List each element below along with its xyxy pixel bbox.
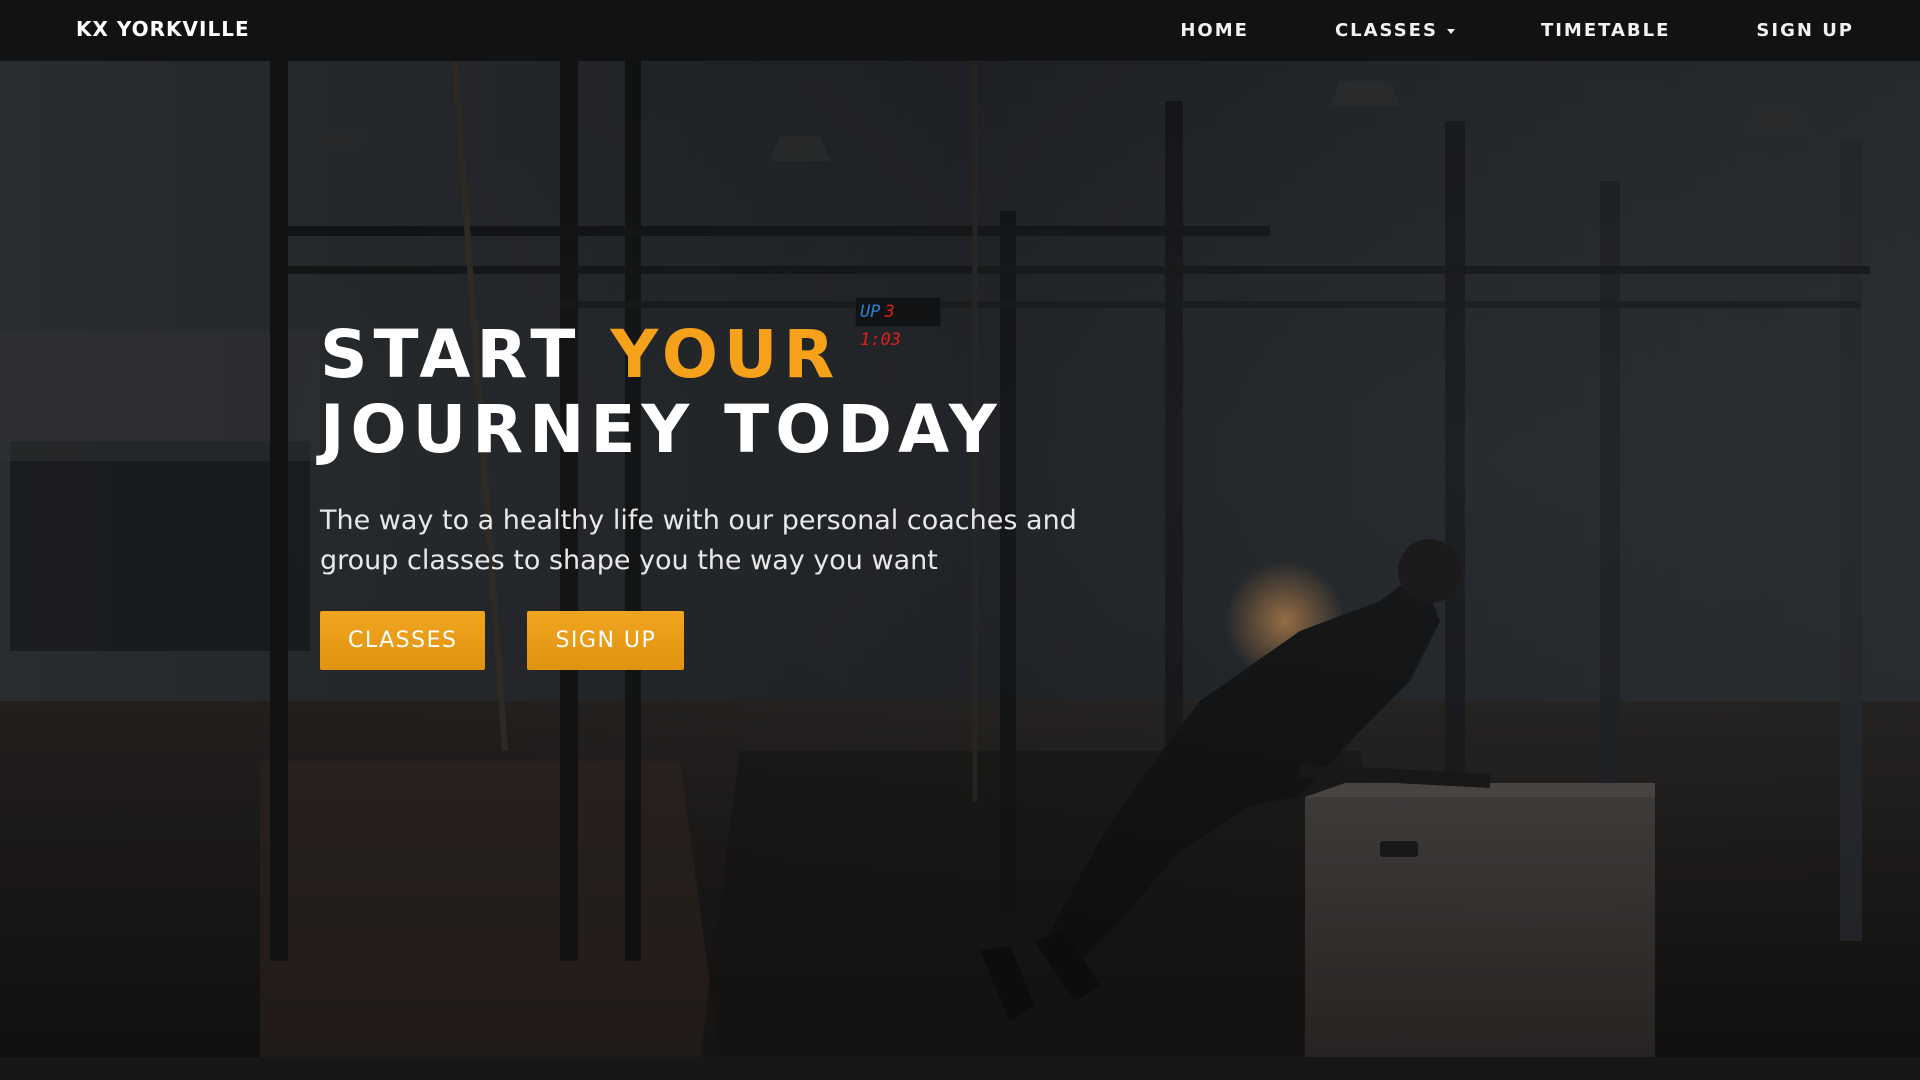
brand-logo[interactable]: KX YORKVILLE [76,17,250,41]
headline-accent: YOUR [610,316,841,393]
classes-button[interactable]: CLASSES [320,611,486,670]
nav-timetable[interactable]: TIMETABLE [1541,20,1670,41]
classes-button-label: CLASSES [348,628,458,653]
bottom-strip [0,1057,1920,1080]
nav-classes-dropdown[interactable]: CLASSES [1335,20,1455,41]
hero-content: START YOUR JOURNEY TODAY The way to a he… [320,317,1080,670]
caret-down-icon [1446,28,1455,34]
nav-classes-label: CLASSES [1334,20,1438,41]
nav-sign-up[interactable]: SIGN UP [1756,20,1854,41]
top-navbar: KX YORKVILLE HOME CLASSES TIMETABLE SIGN… [0,0,1920,61]
hero-headline: START YOUR JOURNEY TODAY [320,317,1080,467]
nav-sign-up-label: SIGN UP [1756,20,1854,41]
headline-end: JOURNEY TODAY [320,391,1003,468]
nav-home-label: HOME [1180,20,1249,41]
hero-subtext: The way to a healthy life with our perso… [320,505,1077,576]
main-nav: HOME CLASSES TIMETABLE SIGN UP [1094,0,1854,61]
sign-up-button-label: SIGN UP [555,628,657,653]
nav-timetable-label: TIMETABLE [1540,20,1671,41]
nav-home[interactable]: HOME [1180,20,1249,41]
hero-cta-row: CLASSES SIGN UP [320,611,1080,670]
hero-section: UP 3 1:03 START YOUR JOURNEY TODAY The wa… [0,61,1920,1057]
headline-start: START [320,316,582,393]
sign-up-button[interactable]: SIGN UP [527,611,685,670]
